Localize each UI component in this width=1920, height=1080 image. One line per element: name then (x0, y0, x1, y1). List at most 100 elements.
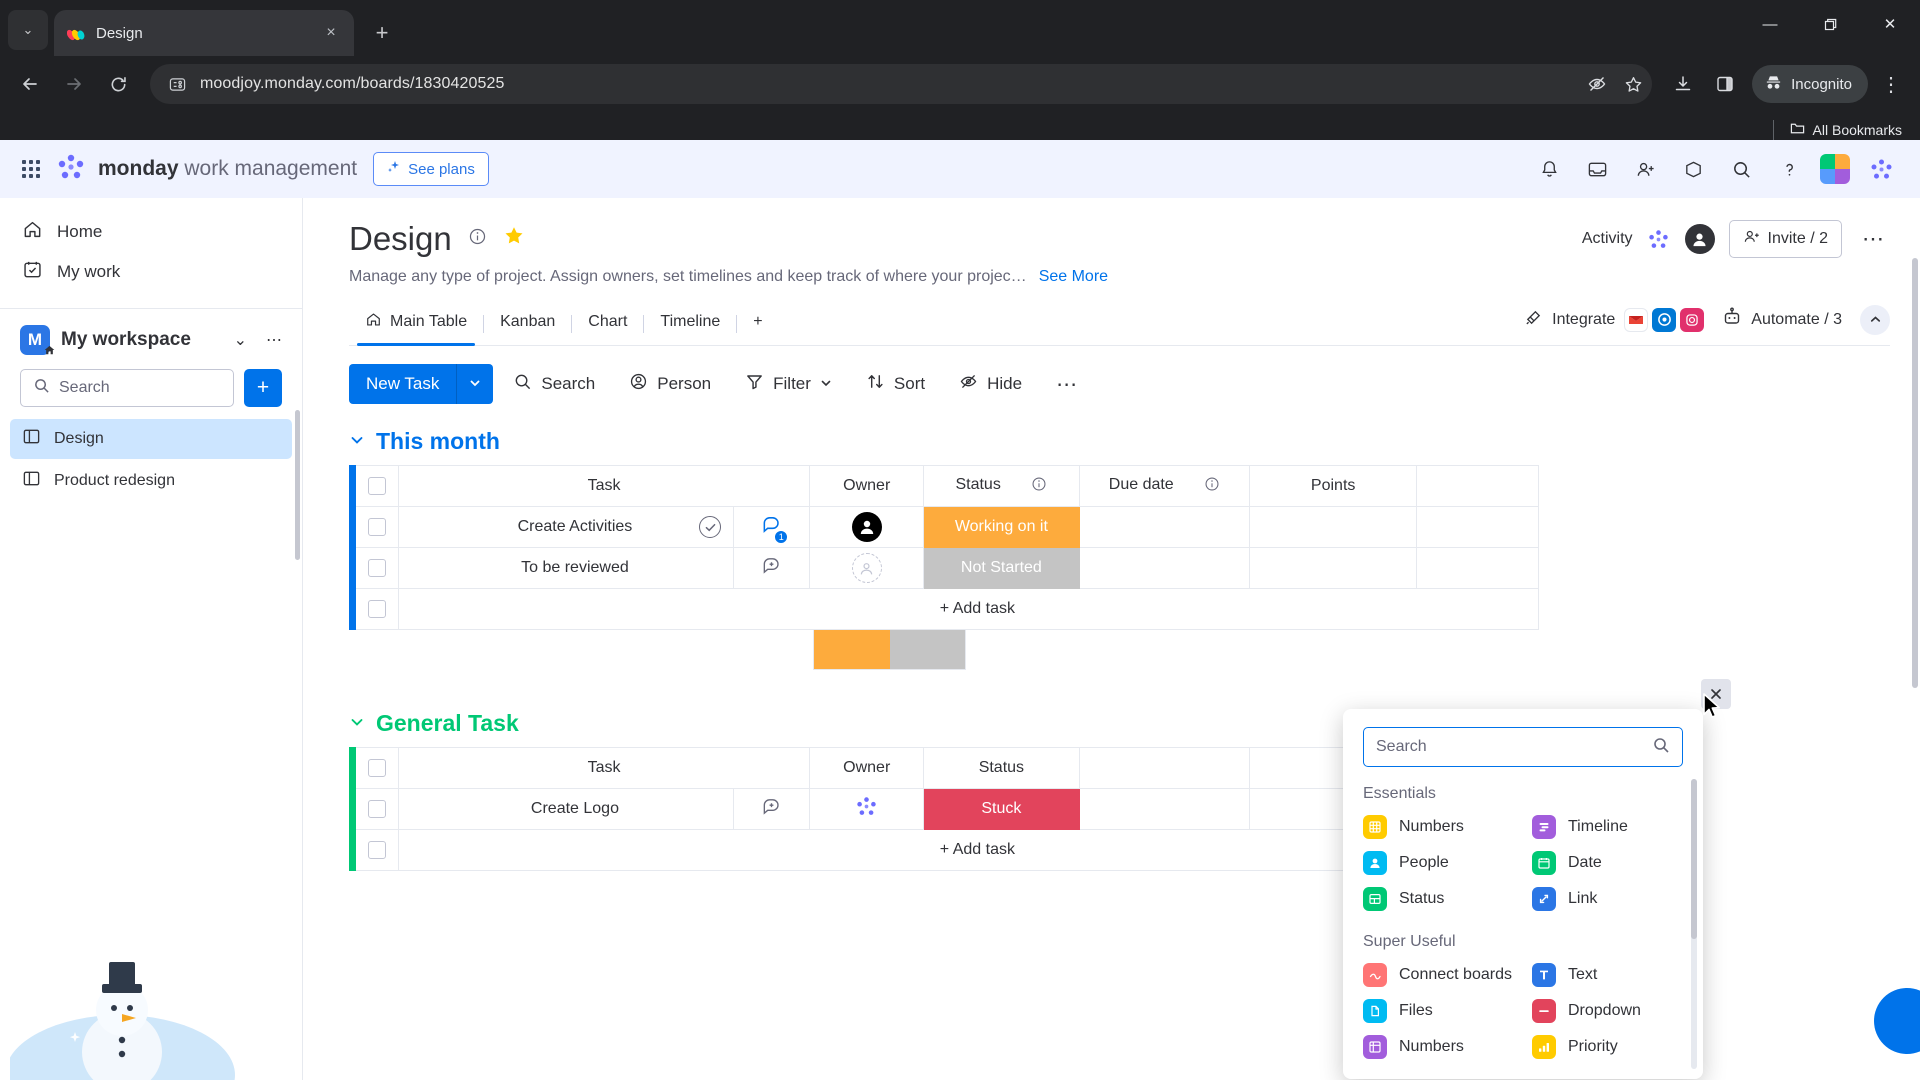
incognito-indicator[interactable]: Incognito (1752, 65, 1868, 103)
popup-scrollbar[interactable] (1691, 779, 1697, 1069)
info-icon[interactable] (468, 227, 487, 251)
checkbox[interactable] (367, 840, 386, 859)
see-more-link[interactable]: See More (1039, 268, 1108, 286)
popup-search-box[interactable] (1363, 727, 1683, 767)
see-plans-button[interactable]: See plans (373, 152, 489, 186)
add-task-label[interactable]: + Add task (397, 588, 1540, 630)
column-header-owner[interactable]: Owner (809, 747, 925, 789)
column-option-link[interactable]: Link (1532, 887, 1683, 911)
sidebar-scrollbar[interactable] (295, 410, 300, 560)
bookmark-star-icon[interactable] (1620, 71, 1646, 97)
column-option-text[interactable]: Text (1532, 963, 1683, 987)
table-row[interactable]: To be reviewed Not Started (348, 547, 1540, 589)
collapse-group-icon[interactable] (349, 432, 365, 452)
owner-cell[interactable] (809, 506, 925, 548)
chevron-down-icon[interactable]: ⌄ (230, 330, 251, 350)
minimize-icon[interactable]: — (1740, 0, 1800, 48)
favorite-star-icon[interactable] (503, 225, 525, 253)
chevron-down-icon[interactable] (820, 377, 832, 392)
row-checkbox-cell[interactable] (355, 588, 399, 630)
monday-brand[interactable]: monday work management (56, 152, 357, 187)
task-name-cell[interactable]: Create Activities (397, 506, 735, 548)
sidebar-item-home[interactable]: Home (0, 212, 302, 252)
new-tab-button[interactable]: + (364, 15, 400, 51)
due-date-cell[interactable] (1078, 547, 1251, 589)
outlook-icon[interactable] (1652, 307, 1677, 332)
sidebar-item-product-redesign[interactable]: Product redesign (10, 461, 292, 501)
avatar-placeholder[interactable] (851, 553, 882, 583)
task-updates-cell[interactable]: 1 (733, 506, 811, 548)
info-icon[interactable] (1204, 476, 1220, 497)
close-icon[interactable]: ✕ (1860, 0, 1920, 48)
search-icon[interactable] (1652, 736, 1670, 759)
add-update-icon[interactable] (761, 558, 782, 580)
group-title[interactable]: General Task (376, 710, 519, 737)
tab-kanban[interactable]: Kanban (484, 304, 571, 343)
tab-timeline[interactable]: Timeline (644, 304, 736, 343)
checkbox[interactable] (367, 517, 386, 536)
add-board-button[interactable]: + (244, 369, 282, 407)
group-title[interactable]: This month (376, 428, 500, 455)
column-option-connect-boards[interactable]: Connect boards (1363, 963, 1514, 987)
add-column-header[interactable] (1415, 465, 1540, 507)
status-cell[interactable]: Not Started (923, 547, 1080, 589)
search-button[interactable]: Search (499, 364, 609, 404)
due-date-cell[interactable] (1078, 506, 1251, 548)
toolbar-more-button[interactable]: ⋯ (1042, 364, 1091, 404)
invite-button[interactable]: Invite / 2 (1728, 220, 1842, 258)
due-date-cell[interactable] (1078, 788, 1251, 830)
tab-main-table[interactable]: Main Table (349, 302, 483, 346)
info-icon[interactable] (1031, 476, 1047, 497)
add-task-row[interactable]: + Add task (348, 588, 1540, 630)
checkbox[interactable] (367, 558, 386, 577)
column-option-priority[interactable]: Priority (1532, 1035, 1683, 1059)
status-cell[interactable]: Working on it (923, 506, 1080, 548)
checkbox[interactable] (367, 476, 386, 495)
row-checkbox-cell[interactable] (355, 829, 399, 871)
instagram-icon[interactable] (1680, 307, 1705, 332)
checkbox[interactable] (367, 758, 386, 777)
integrate-button[interactable]: Integrate (1524, 307, 1705, 332)
search-input[interactable] (59, 379, 221, 397)
apps-marketplace-icon[interactable] (1676, 152, 1710, 186)
avatar[interactable] (1820, 154, 1850, 184)
browser-tab-design[interactable]: Design × (54, 10, 354, 56)
add-view-button[interactable]: + (737, 304, 778, 343)
download-icon[interactable] (1664, 65, 1702, 103)
board-scrollbar[interactable] (1912, 258, 1918, 688)
board-more-icon[interactable]: ⋯ (1856, 226, 1890, 252)
column-option-files[interactable]: Files (1363, 999, 1514, 1023)
column-option-people[interactable]: People (1363, 851, 1514, 875)
new-task-button[interactable]: New Task (349, 364, 494, 404)
activity-avatar-user[interactable] (1684, 224, 1715, 254)
task-name-cell[interactable]: Create Logo (397, 788, 735, 830)
checkbox[interactable] (367, 599, 386, 618)
activity-avatar-monday[interactable] (1647, 227, 1671, 251)
help-icon[interactable] (1772, 152, 1806, 186)
person-button[interactable]: Person (615, 364, 725, 404)
help-fab-button[interactable] (1874, 988, 1920, 1054)
column-option-timeline[interactable]: Timeline (1532, 815, 1683, 839)
column-option-numbers-2[interactable]: Numbers (1363, 1035, 1514, 1059)
column-header-owner[interactable]: Owner (809, 465, 925, 507)
apps-grid-icon[interactable] (22, 160, 40, 178)
row-checkbox-cell[interactable] (355, 547, 399, 589)
chat-bubble-icon[interactable]: 1 (761, 514, 789, 544)
tab-search-button[interactable]: ⌄ (8, 10, 48, 50)
row-checkbox-cell[interactable] (355, 506, 399, 548)
forward-icon[interactable] (54, 64, 94, 104)
maximize-icon[interactable] (1800, 0, 1860, 48)
hide-button[interactable]: Hide (945, 364, 1036, 404)
task-updates-cell[interactable] (733, 547, 811, 589)
address-bar[interactable]: moodjoy.monday.com/boards/1830420525 (150, 64, 1653, 104)
automate-button[interactable]: Automate / 3 (1722, 307, 1842, 332)
task-name-cell[interactable]: To be reviewed (397, 547, 735, 589)
inbox-icon[interactable] (1580, 152, 1614, 186)
sidebar-item-design[interactable]: Design (10, 419, 292, 459)
column-header-task[interactable]: Task (397, 747, 811, 789)
all-bookmarks-button[interactable]: All Bookmarks (1790, 121, 1902, 139)
status-cell[interactable]: Stuck (923, 788, 1080, 830)
owner-cell[interactable] (809, 547, 925, 589)
page-info-icon[interactable] (164, 71, 190, 97)
select-all-header[interactable] (355, 465, 399, 507)
